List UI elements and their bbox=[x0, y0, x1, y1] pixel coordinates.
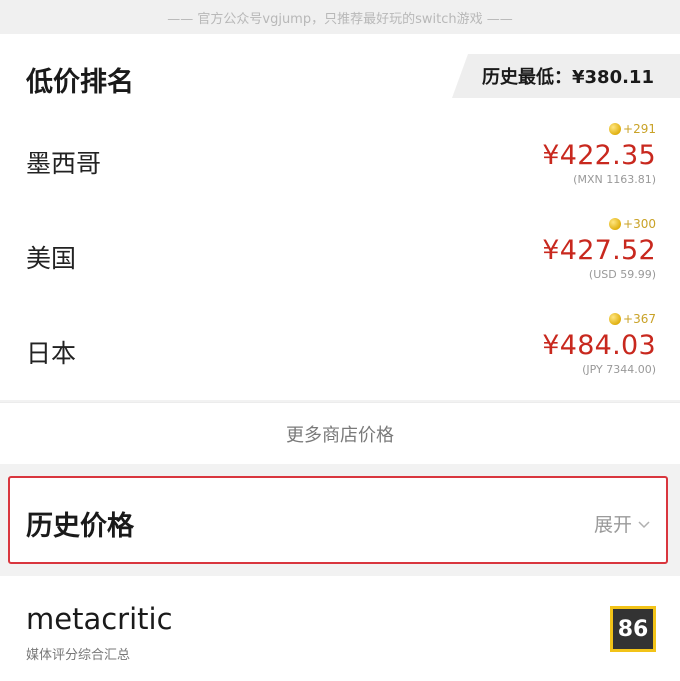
banner-text: —— 官方公众号vgjump，只推荐最好玩的switch游戏 —— bbox=[167, 11, 513, 27]
points-badge: +291 bbox=[609, 122, 656, 136]
points-value: +291 bbox=[623, 122, 656, 136]
more-store-prices-label: 更多商店价格 bbox=[286, 424, 394, 446]
expand-button[interactable]: 展开 bbox=[594, 510, 650, 537]
price-history-title: 历史价格 bbox=[26, 511, 134, 542]
region-original-price: (MXN 1163.81) bbox=[573, 173, 656, 186]
metacritic-subtitle: 媒体评分综合汇总 bbox=[26, 648, 131, 663]
chevron-down-icon bbox=[638, 520, 650, 528]
points-value: +367 bbox=[623, 312, 656, 326]
low-price-card: 低价排名 历史最低：¥380.11 墨西哥 +291 ¥422.35 (MXN … bbox=[0, 34, 680, 400]
historical-lowest-badge: 历史最低：¥380.11 bbox=[452, 54, 680, 98]
region-name: 日本 bbox=[26, 339, 77, 368]
low-price-title: 低价排名 bbox=[26, 67, 134, 98]
points-value: +300 bbox=[623, 217, 656, 231]
metacritic-card[interactable]: metacritic 媒体评分综合汇总 86 bbox=[0, 576, 680, 681]
points-badge: +367 bbox=[609, 312, 656, 326]
region-name: 美国 bbox=[26, 244, 77, 273]
top-banner: —— 官方公众号vgjump，只推荐最好玩的switch游戏 —— bbox=[0, 0, 680, 34]
region-row-mexico[interactable]: 墨西哥 +291 ¥422.35 (MXN 1163.81) bbox=[0, 116, 680, 211]
low-price-header: 低价排名 历史最低：¥380.11 bbox=[0, 34, 680, 116]
region-row-usa[interactable]: 美国 +300 ¥427.52 (USD 59.99) bbox=[0, 211, 680, 306]
region-price: ¥422.35 bbox=[542, 140, 656, 171]
region-price: ¥484.03 bbox=[542, 330, 656, 361]
points-badge: +300 bbox=[609, 217, 656, 231]
expand-label: 展开 bbox=[593, 514, 632, 536]
metacritic-score: 86 bbox=[610, 606, 656, 652]
historical-lowest-label: 历史最低：¥380.11 bbox=[482, 67, 654, 88]
coin-icon bbox=[609, 123, 622, 135]
coin-icon bbox=[609, 313, 622, 325]
region-row-japan[interactable]: 日本 +367 ¥484.03 (JPY 7344.00) bbox=[0, 306, 680, 401]
region-original-price: (USD 59.99) bbox=[588, 268, 656, 281]
region-price: ¥427.52 bbox=[542, 235, 656, 266]
price-history-card[interactable]: 历史价格 展开 bbox=[8, 476, 668, 564]
region-name: 墨西哥 bbox=[26, 149, 102, 178]
coin-icon bbox=[609, 218, 622, 230]
more-store-prices-button[interactable]: 更多商店价格 bbox=[0, 402, 680, 464]
region-original-price: (JPY 7344.00) bbox=[582, 363, 656, 376]
metacritic-title: metacritic bbox=[26, 602, 173, 636]
